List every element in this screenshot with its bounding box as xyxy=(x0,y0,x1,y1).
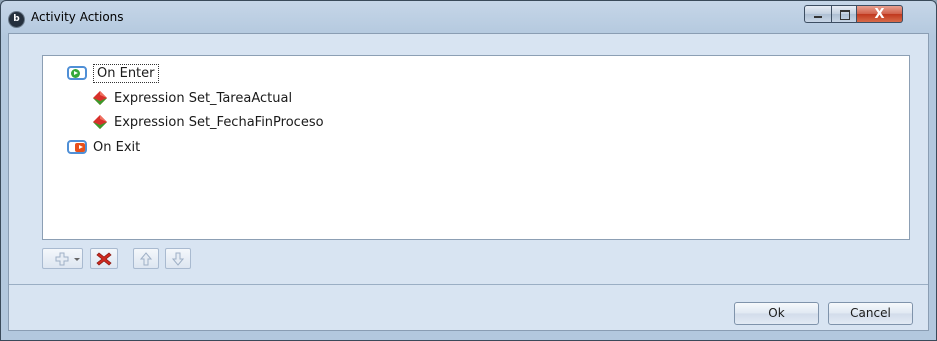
delete-action-button[interactable] xyxy=(90,248,118,269)
tree-node-label: Expression Set_TareaActual xyxy=(114,90,293,106)
tree-node-label: Expression Set_FechaFinProceso xyxy=(114,114,324,130)
tree-node-label: On Enter xyxy=(93,63,159,83)
tree-node-on-exit[interactable]: On Exit xyxy=(67,137,140,157)
tree-node-expression[interactable]: Expression Set_TareaActual xyxy=(92,88,292,108)
caption-buttons: X xyxy=(804,5,903,24)
expression-icon xyxy=(93,115,107,129)
b-logo-icon: b xyxy=(8,11,25,28)
tree-node-expression[interactable]: Expression Set_FechaFinProceso xyxy=(92,112,324,132)
close-button[interactable]: X xyxy=(857,5,903,23)
arrow-up-icon xyxy=(140,251,152,265)
title-bar[interactable]: b Activity Actions X xyxy=(1,1,936,33)
move-down-button[interactable] xyxy=(165,248,191,269)
ok-button[interactable]: Ok xyxy=(734,302,819,325)
actions-tree[interactable]: On Enter Expression Set_TareaActual Expr… xyxy=(42,55,910,240)
on-exit-icon xyxy=(67,140,87,154)
divider xyxy=(9,284,928,285)
tree-node-label: On Exit xyxy=(93,139,141,155)
add-icon xyxy=(55,252,69,265)
chevron-down-icon xyxy=(74,258,80,261)
move-up-button[interactable] xyxy=(133,248,159,269)
maximize-button[interactable] xyxy=(831,5,857,23)
on-enter-icon xyxy=(67,66,87,80)
close-icon: X xyxy=(874,7,885,22)
delete-icon xyxy=(96,251,112,266)
activity-actions-window: b Activity Actions X On Enter Expression… xyxy=(0,0,937,341)
tree-node-on-enter[interactable]: On Enter xyxy=(67,63,159,83)
add-action-button[interactable] xyxy=(42,248,83,269)
arrow-down-icon xyxy=(172,252,184,266)
expression-icon xyxy=(93,91,107,105)
minimize-button[interactable] xyxy=(804,5,831,23)
dialog-content: On Enter Expression Set_TareaActual Expr… xyxy=(8,33,929,331)
cancel-button[interactable]: Cancel xyxy=(828,302,913,325)
window-title: Activity Actions xyxy=(31,10,124,24)
